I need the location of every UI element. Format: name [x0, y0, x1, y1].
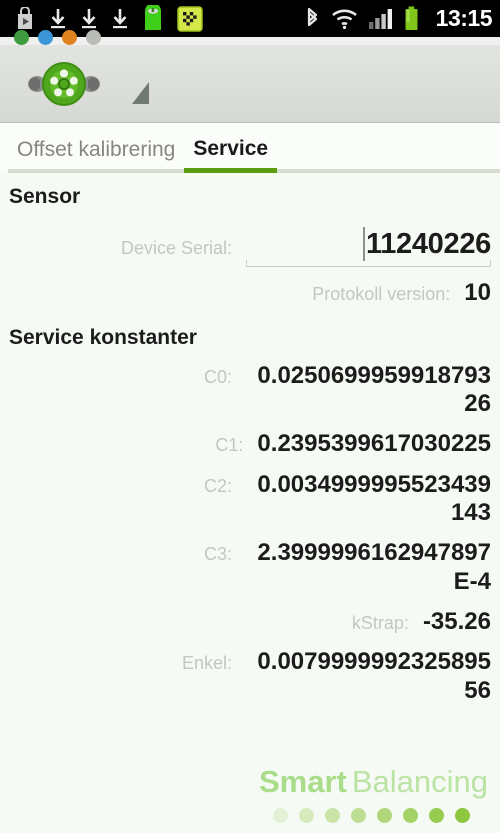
section-title-sensor: Sensor [9, 185, 81, 208]
app-green-icon [145, 5, 161, 30]
status-bar-clock: 13:15 [435, 5, 493, 31]
label-constant-enkel: Enkel: [181, 653, 232, 674]
row-constant-c0: C0: 0.025069995991879326 [9, 356, 491, 425]
app-action-bar [0, 45, 500, 123]
notification-strip [0, 30, 500, 45]
value-constant-c2: 0.0034999995523439143 [257, 470, 491, 526]
brand-word-smart: Smart [258, 764, 347, 799]
brand-dot-5 [376, 808, 392, 823]
label-constant-c3: C3: [203, 544, 232, 565]
row-protokoll-version: Protokoll version: 10 [9, 273, 491, 313]
device-serial-input[interactable]: 11240226 [246, 225, 491, 268]
notification-dot-blue [38, 30, 53, 45]
value-constant-kstrap: -35.26 [422, 607, 491, 635]
tab-offset-kalibrering[interactable]: Offset kalibrering [8, 139, 185, 173]
text-cursor [362, 227, 365, 262]
brand-dot-1 [272, 808, 288, 823]
device-serial-value: 11240226 [365, 227, 491, 260]
label-constant-c0: C0: [203, 366, 232, 387]
notification-dot-orange [62, 30, 77, 45]
notification-dot-gray [86, 30, 101, 45]
brand-word-balancing: Balancing [351, 764, 488, 799]
wifi-icon [331, 9, 357, 29]
tab-bar: Offset kalibrering Service [0, 123, 500, 173]
value-constant-c1: 0.2395399617030225 [257, 430, 491, 458]
footer-branding: Smart Balancing [259, 766, 488, 823]
checkered-flag-icon [177, 5, 203, 32]
value-constant-c3: 2.3999996162947897E-4 [257, 539, 491, 595]
notification-dot-green [14, 30, 29, 45]
value-protokoll-version: 10 [464, 279, 491, 307]
download-icon-3 [113, 8, 127, 28]
label-constant-kstrap: kStrap: [351, 612, 409, 633]
notification-dots [14, 30, 101, 45]
brand-dot-7 [428, 808, 444, 823]
market-bag-icon [18, 6, 32, 29]
status-bar-system-icons: 13:15 [305, 5, 493, 31]
brand-wordmark: Smart Balancing [259, 766, 488, 797]
signal-icon [368, 8, 392, 29]
brand-dot-8 [454, 808, 470, 823]
status-bar-notification-icons [14, 5, 305, 32]
brand-dot-2 [298, 808, 314, 823]
brand-dot-6 [402, 808, 418, 823]
row-constant-enkel: Enkel: 0.007999999232589556 [9, 642, 491, 711]
phone-screen: 13:15 Offset kalibrering Service Sensor … [0, 0, 500, 833]
label-device-serial: Device Serial: [120, 238, 232, 259]
row-constant-c2: C2: 0.0034999995523439143 [9, 465, 491, 534]
label-constant-c1: C1: [215, 435, 244, 456]
row-constant-c3: C3: 2.3999996162947897E-4 [9, 533, 491, 602]
brand-dots [259, 808, 488, 823]
tab-bar-filler [277, 123, 500, 173]
row-constant-kstrap: kStrap: -35.26 [9, 602, 491, 642]
value-constant-enkel: 0.007999999232589556 [257, 648, 491, 704]
service-content: Sensor Device Serial: 11240226 Protokoll… [0, 173, 500, 833]
download-icon-2 [82, 8, 96, 28]
download-icon-1 [51, 8, 65, 28]
row-constant-c1: C1: 0.2395399617030225 [9, 424, 491, 464]
row-device-serial: Device Serial: 11240226 [9, 215, 491, 273]
tab-service[interactable]: Service [184, 138, 278, 173]
brand-dot-4 [350, 808, 366, 823]
brand-dot-3 [324, 808, 340, 823]
battery-icon [405, 6, 418, 30]
wheel-rim-logo-icon [28, 61, 100, 106]
value-constant-c0: 0.025069995991879326 [257, 361, 491, 417]
spinner-caret-icon[interactable] [132, 81, 149, 104]
app-logo[interactable] [24, 59, 104, 109]
label-protokoll-version: Protokoll version: [312, 284, 451, 305]
bluetooth-icon [307, 7, 317, 27]
label-constant-c2: C2: [203, 475, 232, 496]
section-title-service-konstanter: Service konstanter [9, 325, 197, 349]
